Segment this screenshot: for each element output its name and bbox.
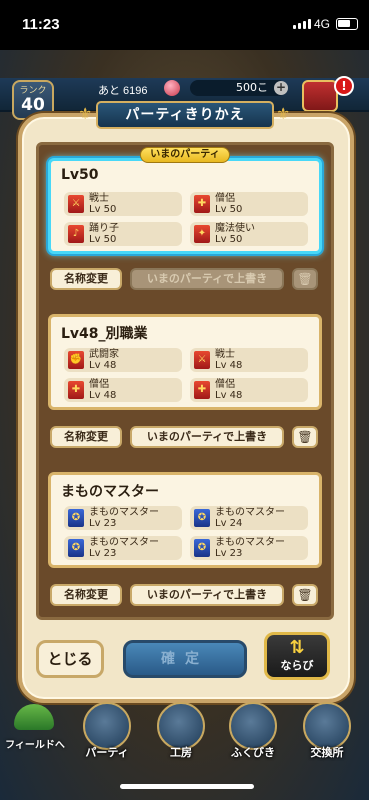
member-job: 魔法使い: [215, 223, 255, 234]
current-party-badge: いまのパーティ: [140, 147, 230, 163]
rename-button[interactable]: 名称変更: [50, 584, 122, 606]
exchange-icon: [303, 702, 351, 750]
signal-icon: [293, 19, 311, 29]
member-job: まものマスター: [215, 537, 285, 548]
present-box-icon[interactable]: [302, 80, 338, 112]
member-job: 戦士: [215, 349, 235, 360]
job-crest-icon: ✪: [194, 509, 210, 527]
party-member: ✚ 僧侶 Lv 50: [190, 192, 308, 216]
nav-workshop-label: 工房: [170, 746, 192, 759]
home-indicator: [120, 784, 254, 789]
nav-party[interactable]: パーティ: [72, 700, 142, 764]
hammer-icon: [157, 702, 205, 750]
party-name: まものマスター: [61, 484, 159, 500]
close-button[interactable]: とじる: [36, 640, 104, 678]
job-crest-icon: ✪: [194, 539, 210, 557]
member-level: Lv 50: [89, 204, 117, 215]
member-job: 僧侶: [215, 379, 235, 390]
member-level: Lv 23: [89, 548, 117, 559]
status-time: 11:23: [22, 16, 60, 33]
party-member: ✊ 武闘家 Lv 48: [64, 348, 182, 372]
confirm-button[interactable]: 確定: [123, 640, 247, 678]
party-member: ✪ まものマスター Lv 23: [64, 536, 182, 560]
job-crest-icon: ✦: [194, 225, 210, 243]
member-job: まものマスター: [89, 507, 159, 518]
job-crest-icon: ✪: [68, 509, 84, 527]
lottery-icon: [229, 702, 277, 750]
member-job: 僧侶: [215, 193, 235, 204]
member-job: まものマスター: [215, 507, 285, 518]
party-name: Lv48_別職業: [61, 326, 148, 342]
job-crest-icon: ✚: [68, 381, 84, 399]
member-job: 武闘家: [89, 349, 119, 360]
nav-exchange[interactable]: 交換所: [292, 700, 362, 764]
member-level: Lv 48: [215, 390, 243, 401]
party-member: ✪ まものマスター Lv 23: [190, 536, 308, 560]
gem-icon: [164, 80, 180, 96]
job-crest-icon: ⚔: [68, 195, 84, 213]
overwrite-button[interactable]: いまのパーティで上書き: [130, 426, 284, 448]
job-crest-icon: ⚔: [194, 351, 210, 369]
sort-button[interactable]: ⇅ ならび: [264, 632, 330, 680]
dialog-title: パーティきりかえ: [96, 101, 274, 129]
ornament-icon: ⚜: [78, 104, 93, 123]
nav-party-label: パーティ: [85, 746, 129, 759]
member-level: Lv 23: [215, 548, 243, 559]
party-member: ✪ まものマスター Lv 24: [190, 506, 308, 530]
job-crest-icon: ✊: [68, 351, 84, 369]
party-member: ✪ まものマスター Lv 23: [64, 506, 182, 530]
member-level: Lv 48: [89, 390, 117, 401]
party-member: ✚ 僧侶 Lv 48: [190, 378, 308, 402]
rank-value: 40: [21, 95, 45, 115]
party-member: ⚔ 戦士 Lv 48: [190, 348, 308, 372]
alert-badge: !: [334, 76, 354, 96]
ornament-icon: ⚜: [276, 104, 291, 123]
rename-button[interactable]: 名称変更: [50, 426, 122, 448]
member-job: まものマスター: [89, 537, 159, 548]
sort-label: ならび: [280, 659, 314, 672]
member-level: Lv 50: [89, 234, 117, 245]
rename-button[interactable]: 名称変更: [50, 268, 122, 290]
bottom-nav: パーティ 工房 ふくびき 交換所: [0, 700, 369, 764]
member-level: Lv 50: [215, 234, 243, 245]
job-crest-icon: ✪: [68, 539, 84, 557]
status-bar: 11:23 4G: [0, 0, 369, 50]
network-label: 4G: [314, 17, 331, 31]
nav-workshop[interactable]: 工房: [146, 700, 216, 764]
party-name: Lv50: [61, 167, 99, 183]
member-job: 戦士: [89, 193, 109, 204]
party-member: ⚔ 戦士 Lv 50: [64, 192, 182, 216]
exp-remaining: あと 6196: [98, 85, 148, 97]
job-crest-icon: ♪: [68, 225, 84, 243]
overwrite-button[interactable]: いまのパーティで上書き: [130, 268, 284, 290]
trash-icon[interactable]: 🗑: [292, 268, 318, 290]
member-level: Lv 50: [215, 204, 243, 215]
add-gems-button[interactable]: +: [274, 81, 288, 95]
member-level: Lv 48: [215, 360, 243, 371]
battery-icon: [336, 18, 358, 30]
nav-lottery[interactable]: ふくびき: [218, 700, 288, 764]
party-icon: [83, 702, 131, 750]
overwrite-button[interactable]: いまのパーティで上書き: [130, 584, 284, 606]
gem-count: 500こ: [190, 80, 286, 96]
party-member: ✚ 僧侶 Lv 48: [64, 378, 182, 402]
member-level: Lv 48: [89, 360, 117, 371]
trash-icon[interactable]: 🗑: [292, 426, 318, 448]
party-member: ✦ 魔法使い Lv 50: [190, 222, 308, 246]
nav-exchange-label: 交換所: [310, 746, 344, 759]
member-job: 僧侶: [89, 379, 109, 390]
member-job: 踊り子: [89, 223, 119, 234]
sort-arrows-icon: ⇅: [289, 637, 305, 658]
party-member: ♪ 踊り子 Lv 50: [64, 222, 182, 246]
trash-icon[interactable]: 🗑: [292, 584, 318, 606]
nav-lottery-label: ふくびき: [231, 746, 275, 759]
member-level: Lv 23: [89, 518, 117, 529]
job-crest-icon: ✚: [194, 195, 210, 213]
member-level: Lv 24: [215, 518, 243, 529]
job-crest-icon: ✚: [194, 381, 210, 399]
